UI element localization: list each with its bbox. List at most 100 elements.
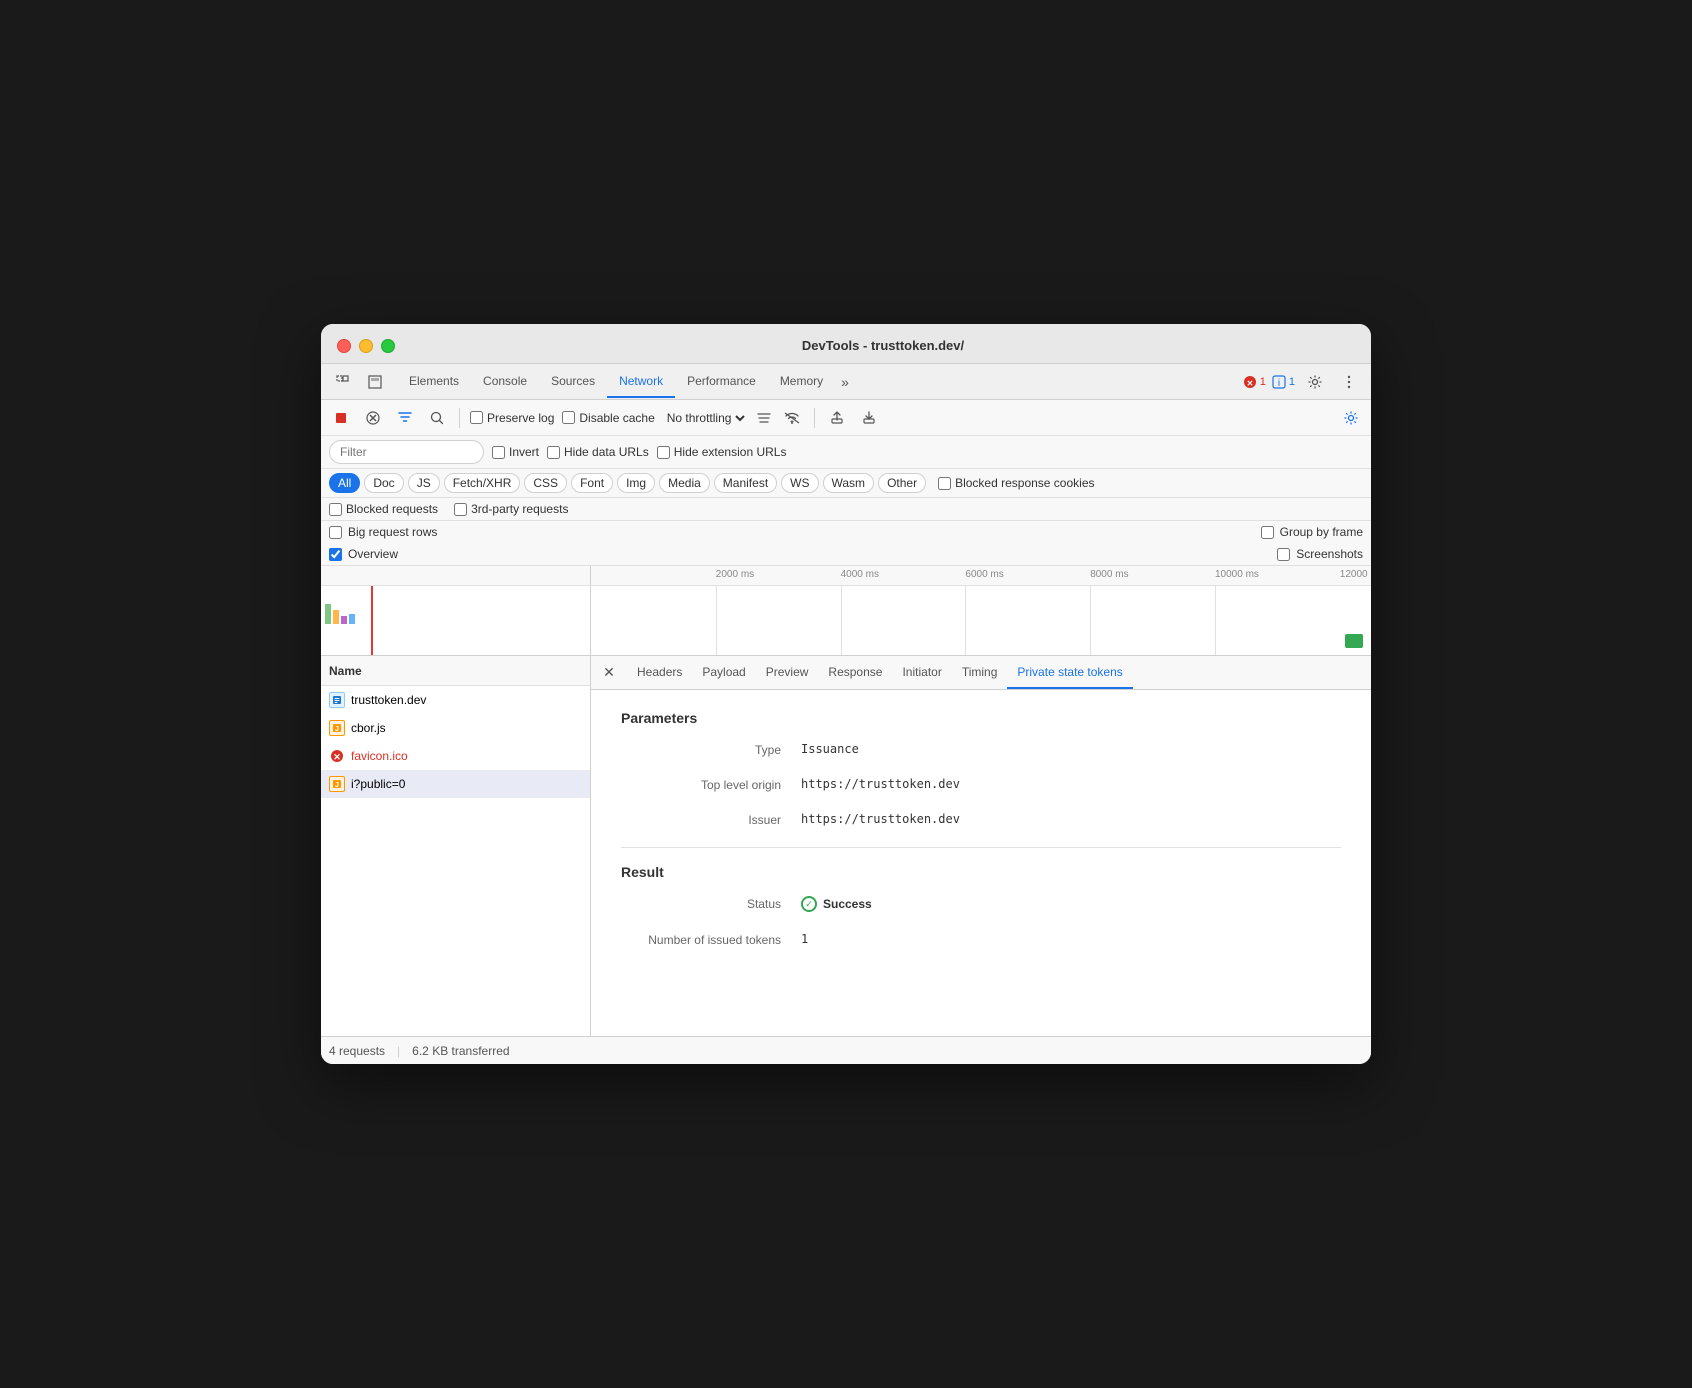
overview-checkbox[interactable] [329,548,342,561]
third-party-checkbox[interactable] [454,503,467,516]
timeline-area: 2000 ms 4000 ms 6000 ms 8000 ms 10000 ms… [321,566,1371,656]
hide-extension-urls-group[interactable]: Hide extension URLs [657,445,787,459]
blocked-requests-group[interactable]: Blocked requests [329,502,438,516]
tab-elements[interactable]: Elements [397,366,471,398]
minimize-button[interactable] [359,339,373,353]
group-by-frame-label: Group by frame [1280,525,1363,539]
filter-type-manifest[interactable]: Manifest [714,473,777,493]
disable-cache-checkbox[interactable] [562,411,575,424]
hide-data-urls-group[interactable]: Hide data URLs [547,445,649,459]
devtools-settings-icon[interactable] [1301,368,1329,396]
preserve-log-checkbox-group[interactable]: Preserve log [470,411,554,425]
filter-type-ws[interactable]: WS [781,473,818,493]
group-by-frame-group[interactable]: Group by frame [1261,525,1363,539]
download-har-icon[interactable] [857,406,881,430]
detail-panel: ✕ Headers Payload Preview Response Initi… [591,656,1371,1036]
file-name-cbor: cbor.js [351,721,386,735]
filter-icon[interactable] [393,406,417,430]
svg-text:J: J [335,726,339,733]
file-item-ipublic[interactable]: J i?public=0 [321,770,590,798]
screenshots-checkbox[interactable] [1277,548,1290,561]
detail-tab-initiator[interactable]: Initiator [892,657,951,689]
disable-cache-checkbox-group[interactable]: Disable cache [562,411,654,425]
issued-tokens-value: 1 [801,932,808,946]
tab-more[interactable]: » [835,366,855,398]
disable-cache-label: Disable cache [579,411,654,425]
search-icon[interactable] [425,406,449,430]
detail-tab-payload[interactable]: Payload [692,657,755,689]
file-item-trusttoken[interactable]: trusttoken.dev [321,686,590,714]
group-by-frame-checkbox[interactable] [1261,526,1274,539]
file-item-cbor[interactable]: J cbor.js [321,714,590,742]
svg-text:✕: ✕ [1246,379,1253,388]
tab-console[interactable]: Console [471,366,539,398]
result-title: Result [621,864,1341,880]
network-toolbar: Preserve log Disable cache No throttling [321,400,1371,436]
filter-type-js[interactable]: JS [408,473,440,493]
stop-recording-button[interactable] [329,406,353,430]
invert-checkbox-group[interactable]: Invert [492,445,539,459]
issuer-row: Issuer https://trusttoken.dev [621,812,1341,827]
more-options-icon[interactable] [1335,368,1363,396]
filter-input[interactable] [329,440,484,464]
timeline-body [321,586,1371,656]
filter-type-other[interactable]: Other [878,473,926,493]
filter-type-css[interactable]: CSS [524,473,567,493]
window-title: DevTools - trusttoken.dev/ [411,338,1355,353]
overview-group[interactable]: Overview [329,547,398,561]
issued-tokens-row: Number of issued tokens 1 [621,932,1341,947]
wifi-icon[interactable] [780,406,804,430]
devtools-body: Elements Console Sources Network Perform… [321,364,1371,1064]
big-rows-group[interactable]: Big request rows [329,525,437,539]
extra-filters-bar: Blocked requests 3rd-party requests [321,498,1371,521]
throttle-select[interactable]: No throttling [663,410,748,426]
upload-har-icon[interactable] [825,406,849,430]
invert-label: Invert [509,445,539,459]
tab-sources[interactable]: Sources [539,366,607,398]
preserve-log-checkbox[interactable] [470,411,483,424]
clear-button[interactable] [361,406,385,430]
inspector-icon[interactable] [361,368,389,396]
status-bar: 4 requests | 6.2 KB transferred [321,1036,1371,1064]
blocked-cookies-checkbox[interactable] [938,477,951,490]
detail-tab-timing[interactable]: Timing [952,657,1008,689]
filter-type-doc[interactable]: Doc [364,473,403,493]
throttle-dropdown-icon [756,412,772,424]
filter-type-media[interactable]: Media [659,473,710,493]
tab-memory[interactable]: Memory [768,366,835,398]
cbor-icon: J [329,720,345,736]
detail-tab-private-state-tokens[interactable]: Private state tokens [1007,657,1132,689]
file-name-ipublic: i?public=0 [351,777,405,791]
parameters-title: Parameters [621,710,1341,726]
network-settings-icon[interactable] [1339,406,1363,430]
tab-performance[interactable]: Performance [675,366,768,398]
screenshots-group[interactable]: Screenshots [1277,547,1363,561]
maximize-button[interactable] [381,339,395,353]
status-row: Status ✓ Success [621,896,1341,912]
filter-type-all[interactable]: All [329,473,360,493]
detail-tab-response[interactable]: Response [818,657,892,689]
file-list-header: Name [321,656,590,686]
file-name-favicon: favicon.ico [351,749,408,763]
filter-type-wasm[interactable]: Wasm [823,473,875,493]
third-party-requests-group[interactable]: 3rd-party requests [454,502,568,516]
hide-extension-urls-label: Hide extension URLs [674,445,787,459]
grid-line-5 [1215,586,1216,656]
detail-close-button[interactable]: ✕ [595,659,623,687]
invert-checkbox[interactable] [492,446,505,459]
info-count: 1 [1289,376,1295,388]
close-button[interactable] [337,339,351,353]
detail-tab-preview[interactable]: Preview [756,657,819,689]
file-item-favicon[interactable]: ✕ favicon.ico [321,742,590,770]
detail-tab-headers[interactable]: Headers [627,657,692,689]
blocked-cookies-group[interactable]: Blocked response cookies [938,476,1094,490]
tab-network[interactable]: Network [607,366,675,398]
hide-data-urls-checkbox[interactable] [547,446,560,459]
big-rows-checkbox[interactable] [329,526,342,539]
filter-type-img[interactable]: Img [617,473,655,493]
filter-type-fetch-xhr[interactable]: Fetch/XHR [444,473,521,493]
blocked-requests-checkbox[interactable] [329,503,342,516]
cursor-icon[interactable] [329,368,357,396]
filter-type-font[interactable]: Font [571,473,613,493]
hide-extension-urls-checkbox[interactable] [657,446,670,459]
